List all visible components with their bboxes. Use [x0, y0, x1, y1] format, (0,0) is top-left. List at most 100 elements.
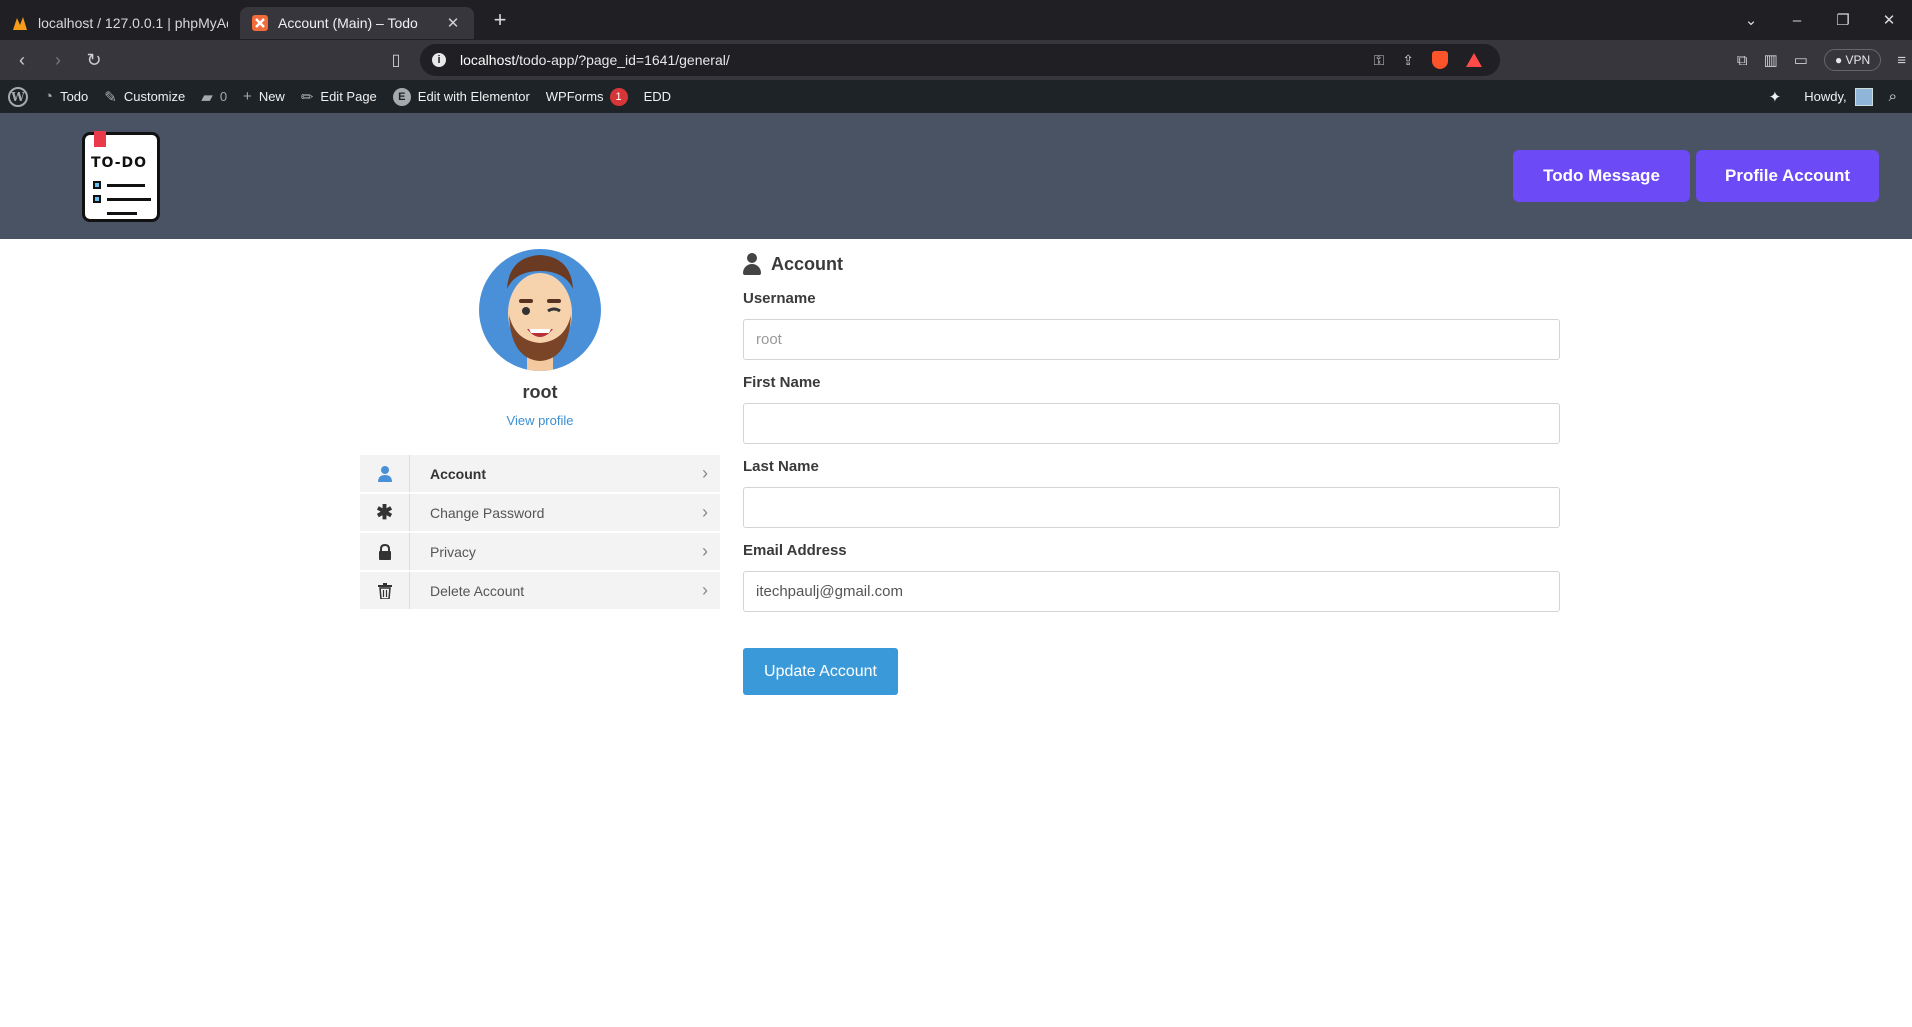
share-icon[interactable]: ⇪	[1402, 52, 1414, 69]
ab-edd-item[interactable]: EDD	[636, 80, 679, 113]
close-tab-icon[interactable]: ✕	[444, 14, 462, 32]
ab-edit-page-label: Edit Page	[320, 89, 377, 104]
lock-icon	[360, 533, 410, 570]
comment-icon: ▰	[201, 88, 213, 106]
first-name-label: First Name	[743, 374, 821, 391]
vpn-label: VPN	[1845, 53, 1871, 67]
bookmark-icon[interactable]: ▯	[388, 50, 404, 70]
wp-admin-bar: W ◔ Todo ✎ Customize ▰ 0 + New ✏ Edit Page EE…	[0, 80, 1912, 113]
minimize-icon[interactable]: –	[1774, 12, 1820, 29]
search-icon: ⌕	[1888, 88, 1897, 105]
wordpress-icon: W	[8, 86, 28, 107]
ab-comments-count: 0	[219, 89, 228, 104]
asterisk-icon: ✱	[360, 494, 410, 531]
menu-item-delete-account[interactable]: Delete Account ›	[360, 572, 720, 609]
menu-item-label: Account	[430, 465, 486, 482]
browser-nav-bar: ‹ › ↻ ▯ i localhost/todo-app/?page_id=16…	[0, 40, 1912, 80]
ab-new-item[interactable]: + New	[235, 80, 293, 113]
ab-howdy-label: Howdy,	[1804, 89, 1847, 104]
form-title: Account	[743, 252, 1560, 276]
browser-tab-bar: localhost / 127.0.0.1 | phpMyAdmin Accou…	[0, 0, 1912, 40]
email-field[interactable]: itechpaulj@gmail.com	[743, 571, 1560, 612]
site-info-icon[interactable]: i	[432, 53, 446, 67]
wp-logo-item[interactable]: W	[0, 80, 36, 113]
ab-site-label: Todo	[60, 89, 89, 104]
ab-wpforms-item[interactable]: WPForms 1	[538, 80, 636, 113]
trash-icon	[360, 572, 410, 609]
menu-item-label: Delete Account	[430, 582, 525, 599]
ab-site-item[interactable]: ◔ Todo	[36, 80, 96, 113]
sidebar-username: root	[522, 382, 558, 402]
browser-tab-phpmyadmin[interactable]: localhost / 127.0.0.1 | phpMyAdmin	[0, 7, 240, 39]
account-menu: Account › ✱ Change Password › Privacy › …	[360, 455, 720, 611]
key-icon[interactable]: ⚿	[1374, 52, 1385, 69]
plus-icon: +	[243, 88, 252, 105]
url-path: /todo-app/?page_id=1641/general/	[515, 52, 730, 68]
menu-item-label: Privacy	[430, 543, 476, 560]
url-text[interactable]: localhost/todo-app/?page_id=1641/general…	[460, 52, 730, 68]
chevron-right-icon: ›	[702, 541, 708, 561]
account-form: Account Username root First Name Last Na…	[743, 252, 1560, 695]
address-bar[interactable]: i localhost/todo-app/?page_id=1641/gener…	[420, 44, 1500, 76]
profile-avatar	[479, 249, 601, 371]
url-host: localhost	[460, 52, 516, 68]
sparkle-icon: ✦	[1768, 88, 1782, 106]
ab-howdy-item[interactable]: Howdy,	[1796, 80, 1880, 113]
ab-elementor-item[interactable]: E Edit with Elementor	[385, 80, 538, 113]
ab-ai-item[interactable]: ✦	[1761, 80, 1797, 113]
menu-icon[interactable]: ≡	[1897, 52, 1906, 69]
ab-wpforms-badge: 1	[609, 87, 628, 106]
wallet-icon[interactable]: ▭	[1794, 51, 1808, 69]
user-icon	[743, 253, 761, 275]
menu-item-change-password[interactable]: ✱ Change Password ›	[360, 494, 720, 531]
update-account-button[interactable]: Update Account	[743, 648, 898, 695]
chevron-right-icon: ›	[702, 502, 708, 522]
new-tab-icon[interactable]: +	[488, 7, 512, 33]
close-window-icon[interactable]: ✕	[1866, 11, 1912, 29]
logo-text: TO-DO	[91, 155, 148, 171]
restore-icon[interactable]: ❐	[1820, 11, 1866, 29]
tab-title: localhost / 127.0.0.1 | phpMyAdmin	[38, 15, 228, 31]
todo-message-button[interactable]: Todo Message	[1513, 150, 1690, 202]
ab-search-item[interactable]: ⌕	[1881, 80, 1912, 113]
menu-item-account[interactable]: Account ›	[360, 455, 720, 492]
brave-rewards-icon[interactable]	[1466, 53, 1482, 67]
phpmyadmin-icon	[13, 17, 27, 30]
first-name-field[interactable]	[743, 403, 1560, 444]
ab-edit-page-item[interactable]: ✏ Edit Page	[293, 80, 385, 113]
brave-shields-icon[interactable]	[1432, 51, 1448, 69]
email-label: Email Address	[743, 542, 847, 559]
form-title-text: Account	[771, 253, 843, 274]
user-avatar-small	[1854, 87, 1873, 106]
xampp-icon	[252, 15, 268, 31]
user-icon	[360, 455, 410, 492]
browser-tab-account[interactable]: Account (Main) – Todo ✕	[240, 7, 474, 39]
dashboard-icon: ◔	[44, 88, 54, 105]
view-profile-link[interactable]: View profile	[360, 413, 720, 428]
sidebar-toggle-icon[interactable]: ▥	[1764, 51, 1778, 69]
extensions-icon[interactable]: ⧉	[1737, 52, 1748, 69]
ab-customize-item[interactable]: ✎ Customize	[96, 80, 193, 113]
vpn-button[interactable]: ● VPN	[1823, 49, 1882, 71]
window-controls: ⌄ – ❐ ✕	[1728, 0, 1912, 40]
menu-item-privacy[interactable]: Privacy ›	[360, 533, 720, 570]
forward-icon[interactable]: ›	[44, 50, 72, 71]
last-name-label: Last Name	[743, 458, 819, 475]
tab-list-icon[interactable]: ⌄	[1728, 11, 1774, 29]
todo-logo[interactable]: TO-DO	[82, 131, 160, 222]
ab-new-label: New	[258, 89, 285, 104]
profile-account-button[interactable]: Profile Account	[1696, 150, 1879, 202]
ab-wpforms-label: WPForms	[545, 89, 604, 104]
ab-elementor-label: Edit with Elementor	[417, 89, 530, 104]
ab-edd-label: EDD	[643, 89, 672, 104]
username-field[interactable]: root	[743, 319, 1560, 360]
ab-customize-label: Customize	[123, 89, 186, 104]
last-name-field[interactable]	[743, 487, 1560, 528]
bookmark-ribbon-icon	[94, 131, 106, 147]
back-icon[interactable]: ‹	[8, 50, 36, 71]
ab-comments-item[interactable]: ▰ 0	[193, 80, 235, 113]
avatar-illustration	[507, 255, 573, 371]
reload-icon[interactable]: ↻	[80, 50, 108, 71]
site-header: TO-DO Todo Message Profile Account	[0, 113, 1912, 239]
tab-title: Account (Main) – Todo	[278, 15, 418, 31]
